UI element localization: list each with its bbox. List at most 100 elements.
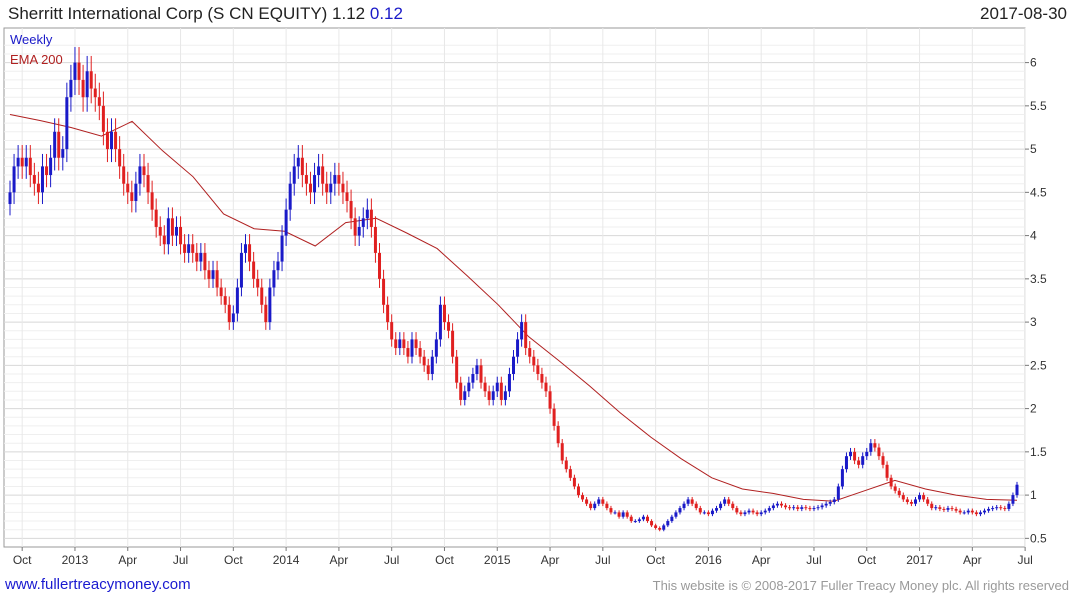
candle-body — [81, 79, 85, 98]
candle-body — [231, 313, 235, 323]
candle-body — [987, 508, 991, 511]
candle-body — [361, 218, 365, 227]
legend-ema-200: EMA 200 — [10, 52, 63, 67]
candle-body — [369, 209, 373, 227]
candle-body — [865, 451, 869, 457]
candle-body — [581, 495, 585, 500]
candle-body — [110, 131, 114, 150]
candle-body — [901, 495, 905, 500]
candle-body — [836, 486, 840, 500]
candle-body — [276, 261, 280, 271]
candle-body — [134, 183, 138, 201]
y-tick-label: 5.5 — [1030, 99, 1047, 113]
candle-body — [199, 252, 203, 262]
candle-body — [674, 512, 678, 517]
candle-body — [524, 322, 528, 349]
candle-body — [475, 365, 479, 374]
candle-body — [991, 508, 995, 510]
x-tick-label: Jul — [1017, 553, 1032, 567]
candle-body — [633, 521, 637, 523]
x-tick-label: Oct — [857, 553, 876, 567]
candle-body — [727, 499, 731, 504]
candle-body — [203, 252, 207, 271]
candle-body — [593, 503, 597, 509]
candle-body — [174, 226, 178, 236]
candle-body — [61, 149, 65, 158]
y-tick-label: 2 — [1030, 402, 1037, 416]
candle-body — [239, 252, 243, 288]
candle-body — [747, 510, 751, 513]
candle-body — [365, 209, 369, 219]
y-tick-label: 1 — [1030, 488, 1037, 502]
candle-body — [118, 149, 122, 167]
candle-body — [337, 175, 341, 184]
x-tick-label: Oct — [224, 553, 243, 567]
site-link[interactable]: www.fullertreacymoney.com — [5, 576, 191, 593]
candle-body — [69, 79, 73, 98]
candle-body — [609, 508, 613, 513]
candle-body — [487, 391, 491, 400]
candle-body — [751, 510, 755, 513]
candle-body — [390, 322, 394, 340]
candle-body — [775, 503, 779, 506]
x-tick-label: Jul — [595, 553, 610, 567]
candle-body — [455, 356, 459, 383]
candle-body — [694, 503, 698, 509]
candle-body — [784, 505, 788, 508]
price-chart: 0.511.522.533.544.555.56 Oct 2013 Apr Jul Oc… — [3, 27, 1047, 567]
candle-body — [552, 408, 556, 426]
x-tick-label: Oct — [13, 553, 32, 567]
x-tick-label: Jul — [384, 553, 399, 567]
candle-body — [341, 183, 345, 193]
candle-body — [325, 183, 329, 193]
candle-body — [723, 499, 727, 504]
candle-body — [252, 261, 256, 279]
copyright-text: This website is © 2008-2017 Fuller Treac… — [652, 578, 1069, 593]
candle-body — [637, 519, 641, 522]
candle-body — [686, 499, 690, 504]
candle-body — [130, 192, 134, 201]
candle-body — [248, 244, 252, 262]
candle-body — [507, 374, 511, 392]
candle-body — [621, 512, 625, 517]
candle-body — [410, 339, 414, 357]
candle-body — [812, 508, 816, 510]
candle-body — [1003, 508, 1007, 510]
candle-body — [983, 510, 987, 513]
candle-body — [548, 391, 552, 409]
candle-body — [304, 175, 308, 184]
y-tick-label: 2.5 — [1030, 358, 1047, 372]
candle-body — [905, 499, 909, 503]
candle-body — [759, 512, 763, 515]
candle-body — [357, 226, 361, 236]
candle-body — [970, 510, 974, 513]
candle-body — [572, 477, 576, 487]
candle-body — [605, 503, 609, 509]
candle-body — [938, 507, 942, 509]
candle-body — [406, 348, 410, 357]
candle-body — [528, 348, 532, 357]
candle-body — [142, 166, 146, 176]
candle-body — [451, 330, 455, 357]
candle-body — [49, 157, 53, 176]
candle-body — [114, 131, 118, 150]
candle-body — [645, 516, 649, 522]
candle-body — [170, 218, 174, 236]
candle-body — [706, 512, 710, 515]
x-tick-label: Oct — [646, 553, 665, 567]
candle-body — [40, 166, 44, 193]
candle-body — [227, 304, 231, 323]
candle-body — [418, 348, 422, 357]
candle-body — [345, 192, 349, 201]
candle-body — [211, 270, 215, 279]
candle-body — [479, 365, 483, 383]
candle-body — [32, 175, 36, 184]
candle-body — [20, 157, 24, 167]
candle-body — [268, 287, 272, 323]
candle-body — [386, 304, 390, 323]
candle-body — [53, 131, 57, 158]
candle-body — [398, 339, 402, 349]
candle-body — [122, 166, 126, 184]
candle-body — [85, 71, 89, 98]
x-tick-label: 2013 — [62, 553, 89, 567]
